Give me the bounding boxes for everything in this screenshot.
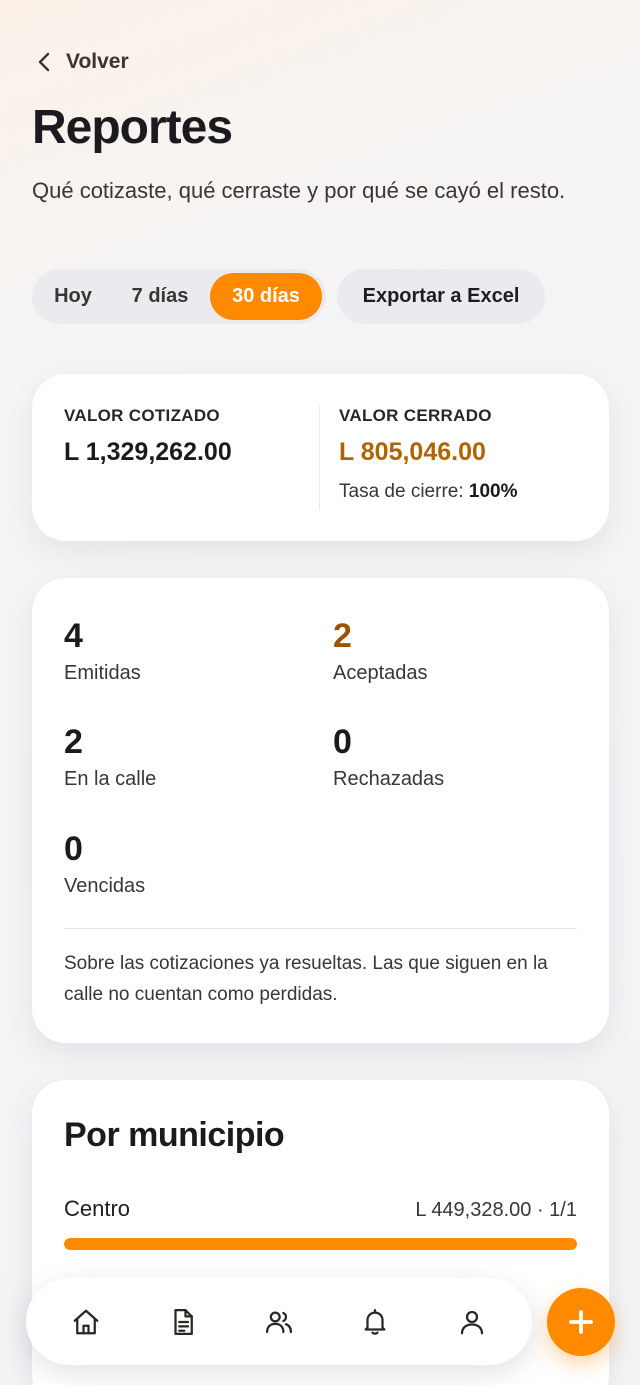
stat-expired-label: Vencidas	[64, 875, 146, 897]
values-divider	[319, 406, 320, 510]
quoted-value-amount: L 1,329,262.00	[64, 438, 232, 466]
nav-notifications[interactable]	[347, 1294, 403, 1350]
values-card: VALOR COTIZADO L 1,329,262.00 VALOR CERR…	[32, 374, 609, 541]
bottom-nav	[26, 1278, 532, 1365]
back-button[interactable]: Volver	[34, 50, 129, 74]
export-excel-button[interactable]: Exportar a Excel	[337, 269, 545, 324]
nav-home[interactable]	[58, 1294, 114, 1350]
period-option-30-days[interactable]: 30 días	[210, 273, 322, 320]
stat-rejected-value: 0	[333, 723, 352, 761]
nav-profile[interactable]	[444, 1294, 500, 1350]
stat-pending-value: 2	[64, 723, 83, 761]
stat-rejected: 0 Rechazadas	[333, 722, 444, 791]
municipality-title: Por municipio	[64, 1116, 285, 1154]
stat-issued: 4 Emitidas	[64, 616, 141, 685]
close-rate-value: 100%	[468, 481, 518, 502]
back-label: Volver	[66, 50, 129, 73]
counts-note: Sobre las cotizaciones ya resueltas. Las…	[64, 953, 548, 1005]
nav-clients[interactable]	[251, 1294, 307, 1350]
document-icon	[173, 1308, 193, 1335]
stat-accepted-label: Aceptadas	[333, 662, 428, 684]
closed-value: VALOR CERRADO L 805,046.00 Tasa de cierr…	[339, 406, 518, 503]
period-segmented-control: Hoy 7 días 30 días	[32, 269, 326, 324]
chevron-left-icon	[38, 52, 50, 72]
quoted-value-label: VALOR COTIZADO	[64, 406, 220, 425]
closed-value-label: VALOR CERRADO	[339, 406, 492, 425]
close-rate-label: Tasa de cierre:	[339, 481, 464, 502]
period-option-7-days[interactable]: 7 días	[110, 273, 210, 320]
quoted-value: VALOR COTIZADO L 1,329,262.00	[64, 406, 232, 467]
add-quote-button[interactable]	[547, 1288, 615, 1356]
municipality-name: Centro	[64, 1196, 131, 1221]
stat-pending-label: En la calle	[64, 768, 157, 790]
counts-card: 4 Emitidas 2 Aceptadas 2 En la calle 0 R…	[32, 578, 609, 1043]
plus-icon	[569, 1310, 593, 1334]
period-option-today[interactable]: Hoy	[36, 273, 110, 320]
counts-divider	[64, 928, 577, 929]
stat-expired-value: 0	[64, 830, 83, 868]
closed-value-amount: L 805,046.00	[339, 438, 486, 466]
stat-expired: 0 Vencidas	[64, 829, 145, 898]
user-icon	[460, 1310, 483, 1334]
municipality-bar-fill	[64, 1238, 577, 1250]
stat-accepted-value: 2	[333, 617, 352, 655]
stat-issued-label: Emitidas	[64, 662, 141, 684]
page-title: Reportes	[32, 101, 233, 154]
close-rate: Tasa de cierre: 100%	[339, 481, 518, 503]
stat-issued-value: 4	[64, 617, 83, 655]
bell-icon	[364, 1308, 386, 1335]
users-icon	[265, 1311, 292, 1333]
page-subtitle: Qué cotizaste, qué cerraste y por qué se…	[32, 178, 566, 203]
municipality-row[interactable]: Centro L 449,328.00 · 1/1	[64, 1196, 577, 1250]
nav-quotes[interactable]	[155, 1294, 211, 1350]
home-icon	[73, 1309, 99, 1334]
municipality-bar-track	[64, 1238, 577, 1250]
stat-rejected-label: Rechazadas	[333, 768, 445, 790]
municipality-amount: L 449,328.00 · 1/1	[415, 1199, 577, 1221]
stat-accepted: 2 Aceptadas	[333, 616, 428, 685]
stat-pending: 2 En la calle	[64, 722, 156, 791]
